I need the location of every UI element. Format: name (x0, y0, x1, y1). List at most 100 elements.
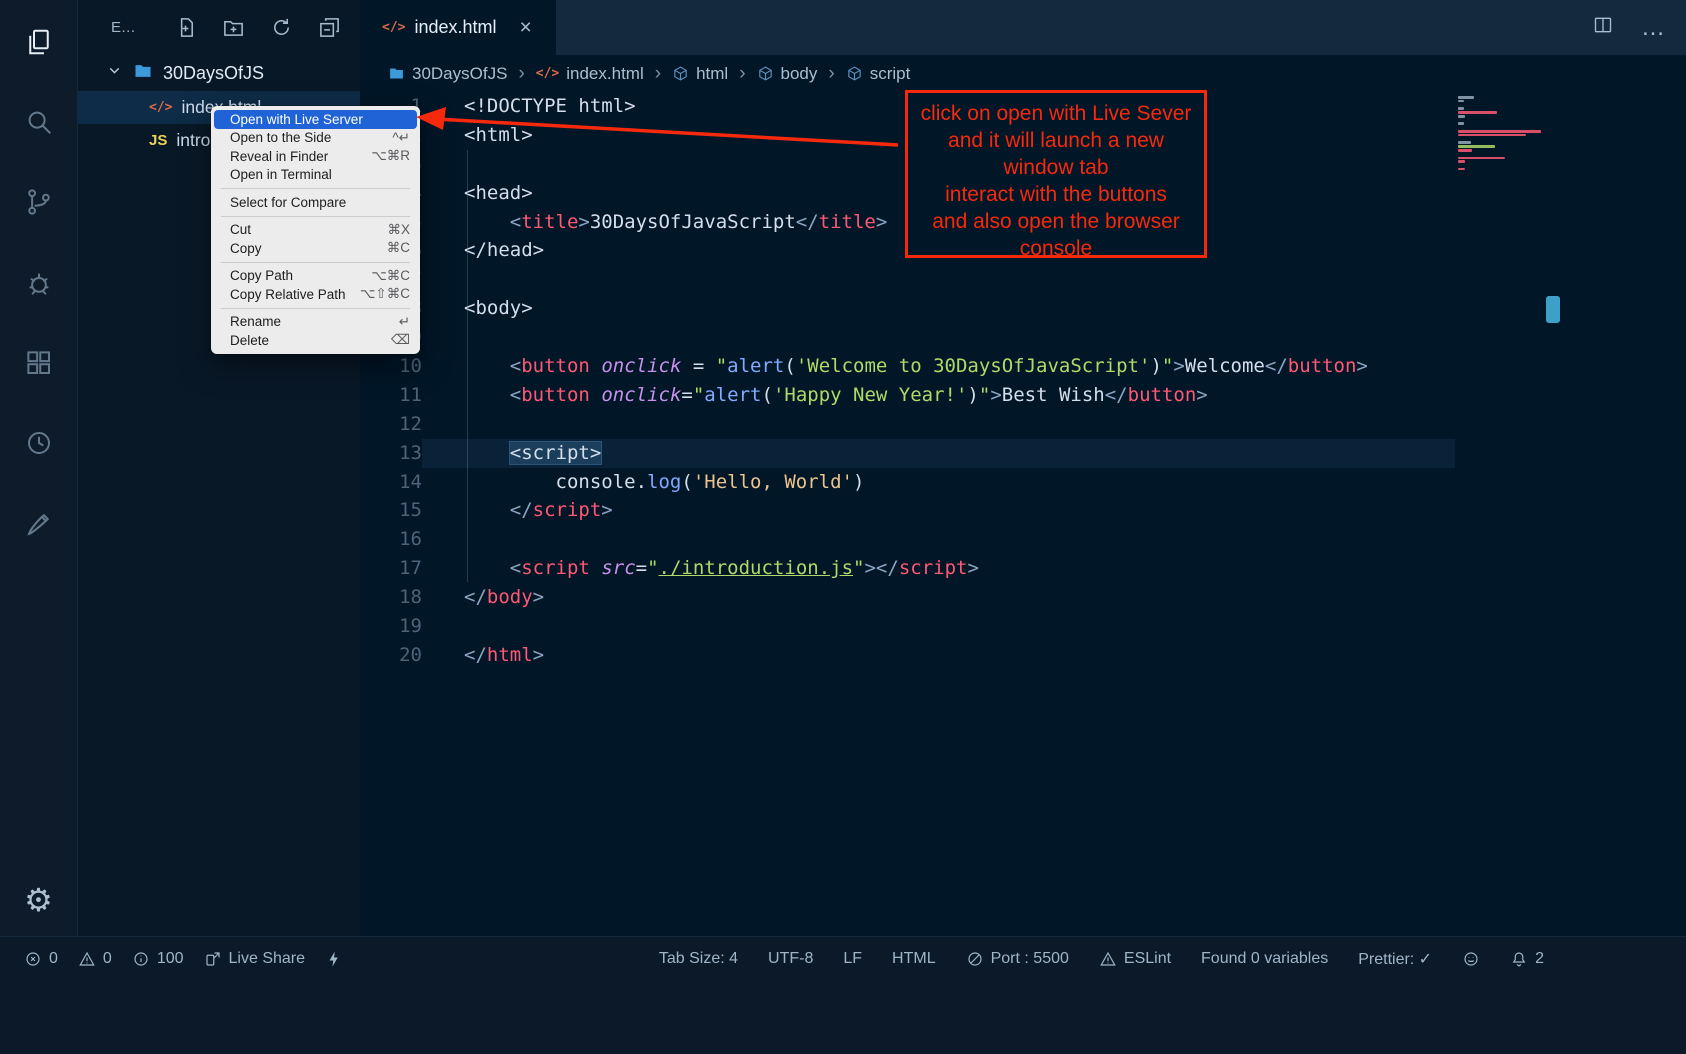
line-number[interactable]: 18 (360, 583, 422, 612)
menu-item-rename[interactable]: Rename↵ (211, 313, 420, 332)
overview-ruler-marker[interactable] (1546, 296, 1560, 323)
html-file-icon: </> (149, 100, 172, 115)
breadcrumb-item-html[interactable]: html (672, 64, 728, 84)
code-line[interactable]: 20</html> (360, 641, 1455, 670)
line-number[interactable]: 15 (360, 496, 422, 525)
status-item-100[interactable]: 100 (132, 950, 184, 968)
code-line[interactable]: 9 (360, 323, 1455, 352)
minimap-line (1458, 111, 1497, 114)
search-icon[interactable] (0, 98, 77, 146)
minimap-line (1458, 96, 1474, 99)
code-line[interactable]: 7 (360, 265, 1455, 294)
status-item-label: 0 (103, 950, 112, 968)
status-item-lf[interactable]: LF (843, 950, 862, 968)
settings-gear-icon[interactable]: ⚙ (0, 877, 77, 923)
menu-item-open-in-terminal[interactable]: Open in Terminal (211, 166, 420, 185)
status-item-2[interactable]: 2 (1510, 950, 1544, 968)
explorer-icon[interactable] (0, 18, 77, 66)
code-line[interactable]: 14 console.log('Hello, World') (360, 468, 1455, 497)
code-line[interactable]: 17 <script src="./introduction.js"></scr… (360, 554, 1455, 583)
code-line[interactable]: 18</body> (360, 583, 1455, 612)
pen-icon[interactable] (0, 500, 77, 548)
collapse-all-icon[interactable] (318, 16, 342, 40)
status-item-label: Tab Size: 4 (659, 950, 738, 968)
menu-item-select-for-compare[interactable]: Select for Compare (211, 193, 420, 212)
status-item-0[interactable]: 0 (24, 950, 58, 968)
menu-item-copy[interactable]: Copy⌘C (211, 239, 420, 258)
breadcrumb-label: index.html (566, 64, 643, 84)
folder-icon (388, 65, 405, 82)
close-icon[interactable]: × (520, 17, 532, 38)
code-line[interactable]: 11 <button onclick="alert('Happy New Yea… (360, 381, 1455, 410)
clock-icon[interactable] (0, 419, 77, 467)
status-item-live-share[interactable]: Live Share (204, 950, 306, 968)
minimap[interactable] (1458, 96, 1544, 216)
source-control-icon[interactable] (0, 178, 77, 226)
status-item-smiley[interactable] (1462, 950, 1480, 968)
code-line[interactable]: 12 (360, 410, 1455, 439)
menu-item-label: Copy (230, 241, 373, 256)
breadcrumb-item-script[interactable]: script (846, 64, 911, 84)
minimap-line (1458, 157, 1505, 160)
code-line[interactable]: 10 <button onclick = "alert('Welcome to … (360, 352, 1455, 381)
more-actions-icon[interactable]: … (1641, 14, 1666, 42)
debug-icon[interactable] (0, 259, 77, 307)
code-line[interactable]: 15 </script> (360, 496, 1455, 525)
menu-item-label: Select for Compare (230, 195, 410, 210)
extensions-icon[interactable] (0, 339, 77, 387)
line-number[interactable]: 16 (360, 525, 422, 554)
menu-item-delete[interactable]: Delete⌫ (211, 331, 420, 350)
status-item-utf-8[interactable]: UTF-8 (768, 950, 813, 968)
code-text (422, 265, 1455, 294)
status-item-0[interactable]: 0 (78, 950, 112, 968)
breadcrumb-item-30daysofjs[interactable]: 30DaysOfJS (388, 64, 507, 84)
code-line[interactable]: 13 <script> (360, 439, 1455, 468)
code-text: <script src="./introduction.js"></script… (422, 554, 1455, 583)
breadcrumb-item-body[interactable]: body (757, 64, 818, 84)
tab-index-html[interactable]: </> index.html × (360, 0, 556, 55)
refresh-icon[interactable] (270, 16, 294, 40)
breadcrumb-separator: › (655, 63, 661, 85)
menu-item-reveal-in-finder[interactable]: Reveal in Finder⌥⌘R (211, 147, 420, 166)
breadcrumb-item-index-html[interactable]: </> index.html (536, 64, 644, 84)
menu-item-open-to-the-side[interactable]: Open to the Side^↵ (211, 129, 420, 148)
code-text: <body> (422, 294, 1455, 323)
menu-item-cut[interactable]: Cut⌘X (211, 221, 420, 240)
menu-item-copy-relative-path[interactable]: Copy Relative Path⌥⇧⌘C (211, 285, 420, 304)
code-line[interactable]: 8<body> (360, 294, 1455, 323)
line-number[interactable]: 12 (360, 410, 422, 439)
status-item-tab-size-4[interactable]: Tab Size: 4 (659, 950, 738, 968)
explorer-header: E... (78, 0, 360, 55)
status-item-html[interactable]: HTML (892, 950, 936, 968)
code-text (422, 525, 1455, 554)
explorer-root-folder[interactable]: 30DaysOfJS (78, 55, 360, 91)
line-number[interactable]: 20 (360, 641, 422, 670)
split-editor-icon[interactable] (1593, 15, 1613, 40)
menu-separator (221, 308, 410, 309)
breadcrumb-separator: › (518, 63, 524, 85)
line-number[interactable]: 14 (360, 468, 422, 497)
line-number[interactable]: 10 (360, 352, 422, 381)
line-number[interactable]: 17 (360, 554, 422, 583)
minimap-line (1458, 160, 1465, 163)
new-folder-icon[interactable] (222, 16, 246, 40)
status-item-eslint[interactable]: ESLint (1099, 950, 1171, 968)
status-item-prettier[interactable]: Prettier: ✓ (1358, 949, 1432, 969)
line-number[interactable]: 11 (360, 381, 422, 410)
menu-item-open-with-live-server[interactable]: Open with Live Server (214, 110, 417, 129)
new-file-icon[interactable] (174, 16, 198, 40)
menu-item-label: Copy Path (230, 268, 357, 283)
cube-icon (757, 65, 774, 82)
cube-icon (846, 65, 863, 82)
html-icon: </> (536, 66, 559, 81)
code-line[interactable]: 19 (360, 612, 1455, 641)
status-item-found-0-variables[interactable]: Found 0 variables (1201, 950, 1328, 968)
line-number[interactable]: 19 (360, 612, 422, 641)
status-item-lightning[interactable] (325, 950, 343, 968)
tab-label: index.html (414, 17, 496, 38)
code-line[interactable]: 16 (360, 525, 1455, 554)
menu-item-label: Open in Terminal (230, 167, 410, 182)
line-number[interactable]: 13 (360, 439, 422, 468)
menu-item-copy-path[interactable]: Copy Path⌥⌘C (211, 267, 420, 286)
status-item-port-5500[interactable]: Port : 5500 (966, 950, 1069, 968)
